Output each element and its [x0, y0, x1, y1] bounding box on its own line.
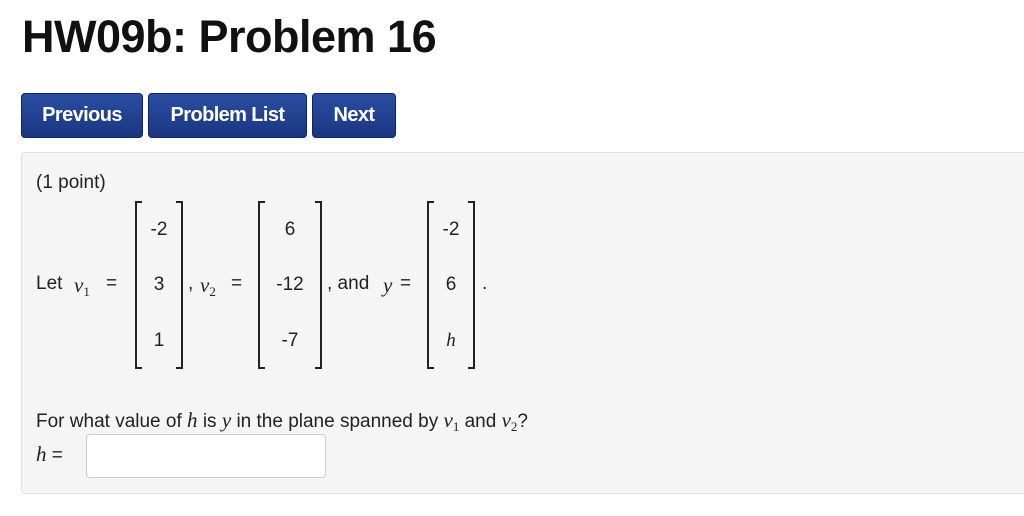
vector-definitions: Let v1 = -2 3 1 , v2 = 6 -12 -7 , and y …: [36, 201, 636, 371]
problem-navigation: Previous Problem List Next: [21, 93, 396, 138]
equals-sign: =: [106, 273, 118, 294]
right-bracket: [468, 201, 475, 369]
v2-symbol: v2: [200, 273, 216, 299]
answer-input[interactable]: [86, 434, 326, 478]
page-title: HW09b: Problem 16: [22, 11, 437, 62]
comma: ,: [188, 273, 194, 294]
equals-sign: =: [231, 273, 243, 294]
points-label: (1 point): [36, 172, 106, 193]
answer-label: h =: [36, 442, 63, 466]
problem-list-button[interactable]: Problem List: [148, 93, 307, 138]
y-symbol: y: [383, 273, 393, 297]
and-label: , and: [327, 273, 370, 294]
period: .: [482, 273, 488, 294]
next-button[interactable]: Next: [312, 93, 396, 138]
v2-entry: 6: [284, 219, 296, 240]
y-matrix: -2 6 h: [427, 201, 475, 371]
let-label: Let: [36, 273, 63, 294]
v1-symbol: v1: [74, 273, 90, 299]
right-bracket: [176, 201, 183, 369]
v1-matrix: -2 3 1: [135, 201, 183, 371]
problem-panel: (1 point) Let v1 = -2 3 1 , v2 = 6 -12 -…: [21, 152, 1024, 494]
v2-entry: -12: [276, 274, 304, 295]
equals-sign: =: [400, 273, 412, 294]
v2-matrix: 6 -12 -7: [258, 201, 322, 371]
question-text: For what value of h is y in the plane sp…: [36, 408, 528, 434]
v2-entry: -7: [281, 330, 299, 351]
right-bracket: [315, 201, 322, 369]
previous-button[interactable]: Previous: [21, 93, 143, 138]
